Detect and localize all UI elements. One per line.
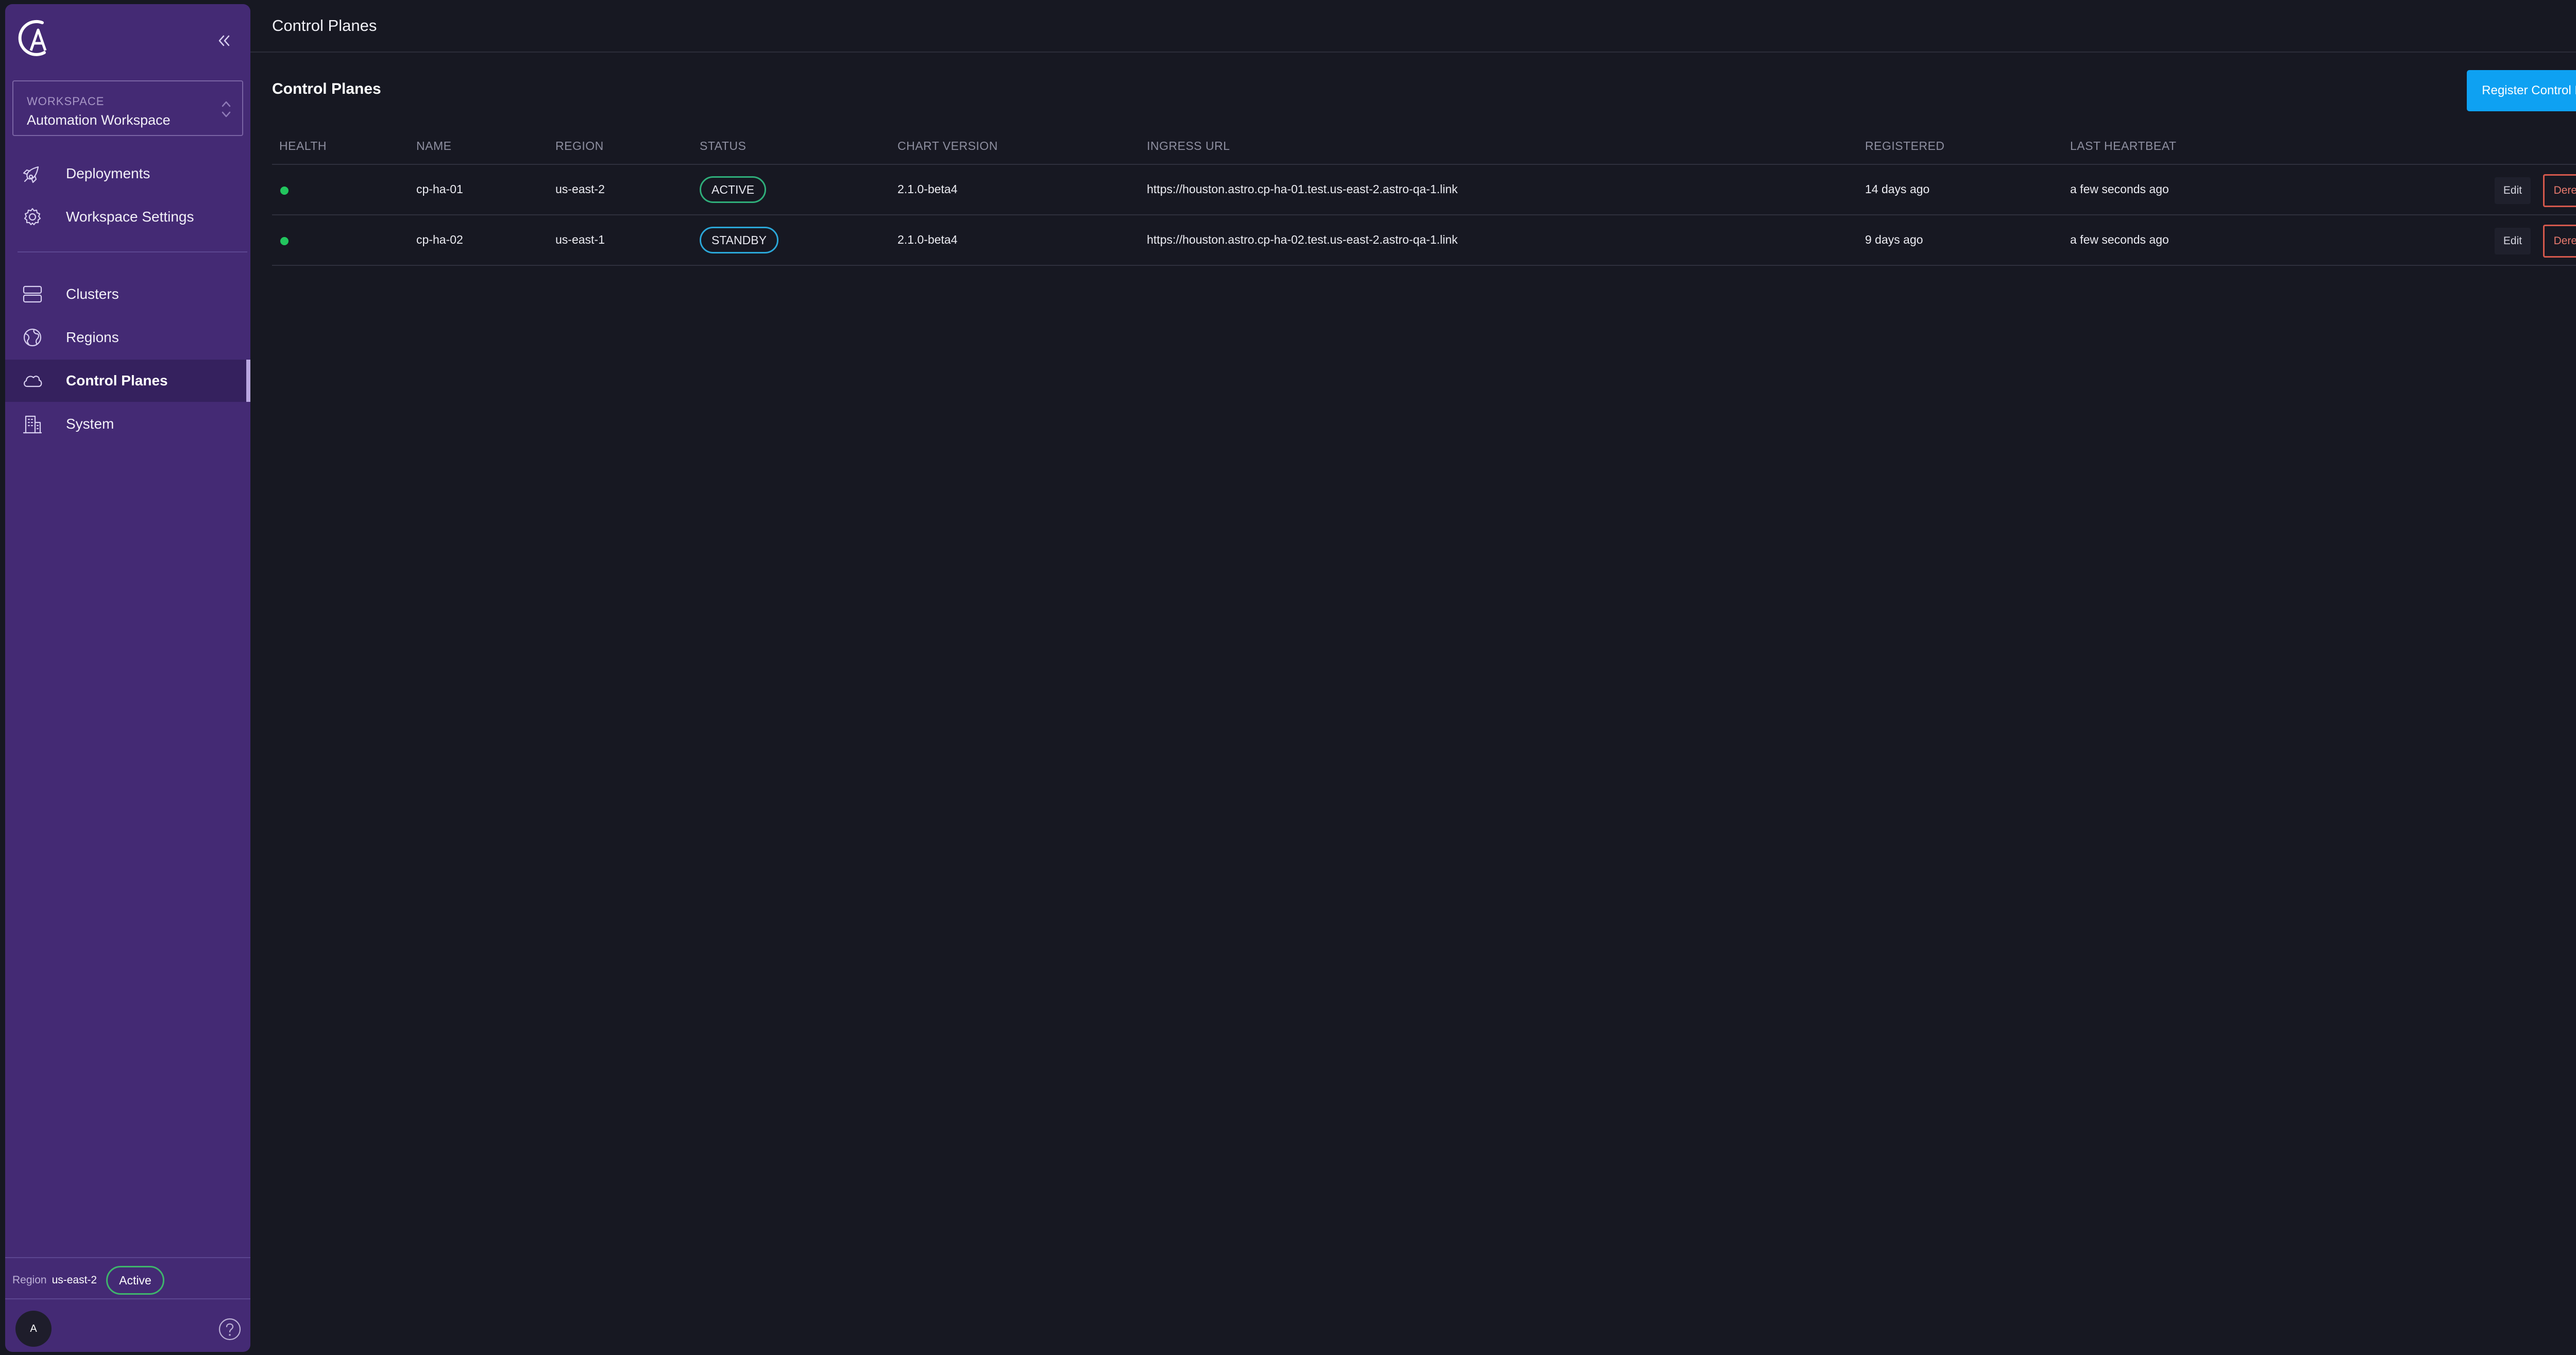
sidebar-item-label: System	[66, 416, 114, 432]
cell-region: us-east-2	[555, 182, 605, 196]
region-label: Region	[12, 1274, 47, 1286]
sidebar-item-label: Regions	[66, 329, 119, 345]
sidebar-item-control-planes[interactable]: Control Planes	[5, 360, 250, 402]
region-value: us-east-2	[52, 1274, 97, 1286]
sidebar-divider	[5, 1257, 250, 1258]
avatar[interactable]: A	[15, 1311, 52, 1347]
column-header-registered: REGISTERED	[1865, 139, 1945, 153]
cell-name: cp-ha-02	[416, 233, 463, 246]
cell-name: cp-ha-01	[416, 182, 463, 196]
server-stack-icon	[21, 282, 44, 306]
cell-registered: 9 days ago	[1865, 233, 1923, 246]
collapse-sidebar-icon[interactable]	[211, 28, 237, 54]
sidebar-item-clusters[interactable]: Clusters	[5, 273, 250, 315]
sidebar-item-workspace-settings[interactable]: Workspace Settings	[5, 196, 250, 238]
sidebar-item-system[interactable]: System	[5, 403, 250, 445]
health-dot-icon	[280, 237, 289, 245]
control-planes-table: HEALTH NAME REGION STATUS CHART VERSION …	[272, 132, 2576, 266]
cell-ingress-url: https://houston.astro.cp-ha-02.test.us-e…	[1147, 233, 1458, 246]
sidebar-item-deployments[interactable]: Deployments	[5, 153, 250, 195]
rocket-icon	[21, 162, 44, 185]
register-control-plane-button[interactable]: Register Control Plane	[2467, 70, 2576, 111]
deregister-button[interactable]: Deregister	[2543, 174, 2576, 207]
column-header-status: STATUS	[700, 139, 747, 153]
sidebar-item-label: Control Planes	[66, 372, 168, 388]
deregister-button[interactable]: Deregister	[2543, 225, 2576, 258]
sidebar-divider	[18, 251, 247, 252]
building-icon	[21, 412, 44, 436]
top-bar: Control Planes	[250, 0, 2576, 53]
cell-last-heartbeat: a few seconds ago	[2070, 182, 2169, 196]
table-row: cp-ha-01 us-east-2 ACTIVE 2.1.0-beta4 ht…	[272, 165, 2576, 215]
column-header-region: REGION	[555, 139, 604, 153]
status-badge: STANDBY	[700, 227, 778, 253]
health-dot-icon	[280, 187, 289, 195]
sidebar: WORKSPACE Automation Workspace Deploymen…	[5, 4, 250, 1352]
help-icon[interactable]	[217, 1317, 242, 1342]
sidebar-item-label: Workspace Settings	[66, 209, 194, 225]
globe-icon	[21, 326, 44, 349]
table-row: cp-ha-02 us-east-1 STANDBY 2.1.0-beta4 h…	[272, 215, 2576, 266]
column-header-ingress-url: INGRESS URL	[1147, 139, 1230, 153]
table-header: HEALTH NAME REGION STATUS CHART VERSION …	[272, 132, 2576, 165]
workspace-label: WORKSPACE	[27, 95, 105, 108]
workspace-name: Automation Workspace	[27, 112, 171, 128]
cell-ingress-url: https://houston.astro.cp-ha-01.test.us-e…	[1147, 182, 1458, 196]
breadcrumb: Control Planes	[272, 16, 377, 35]
column-header-chart-version: CHART VERSION	[897, 139, 998, 153]
cell-registered: 14 days ago	[1865, 182, 1930, 196]
sidebar-item-regions[interactable]: Regions	[5, 316, 250, 359]
app-root: WORKSPACE Automation Workspace Deploymen…	[0, 0, 2576, 1355]
column-header-last-heartbeat: LAST HEARTBEAT	[2070, 139, 2177, 153]
cell-chart-version: 2.1.0-beta4	[897, 233, 958, 246]
cloud-icon	[21, 369, 44, 393]
sidebar-item-label: Deployments	[66, 165, 150, 181]
edit-button[interactable]: Edit	[2495, 228, 2531, 255]
sidebar-divider	[5, 1298, 250, 1299]
workspace-selector[interactable]: WORKSPACE Automation Workspace	[12, 80, 243, 136]
chevron-up-down-icon	[218, 97, 234, 122]
sidebar-item-label: Clusters	[66, 286, 119, 302]
gear-icon	[21, 205, 44, 229]
cell-region: us-east-1	[555, 233, 605, 246]
cell-last-heartbeat: a few seconds ago	[2070, 233, 2169, 246]
edit-button[interactable]: Edit	[2495, 177, 2531, 204]
column-header-name: NAME	[416, 139, 452, 153]
region-indicator: Region us-east-2 Active	[12, 1265, 164, 1295]
status-badge: ACTIVE	[700, 176, 767, 203]
column-header-health: HEALTH	[279, 139, 327, 153]
page-title: Control Planes	[272, 80, 381, 97]
cell-chart-version: 2.1.0-beta4	[897, 182, 958, 196]
astro-logo-icon[interactable]	[15, 18, 57, 59]
sidebar-footer: A	[15, 1311, 242, 1348]
region-status-badge: Active	[106, 1266, 164, 1295]
